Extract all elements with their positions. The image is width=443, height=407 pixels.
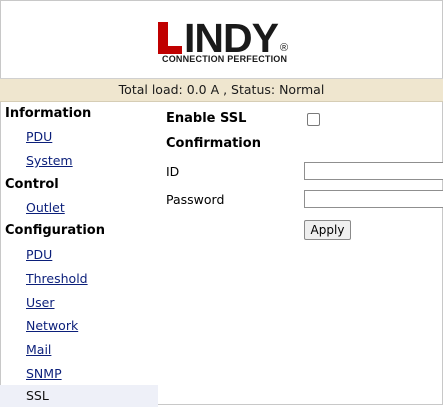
logo-letters: INDY (184, 15, 279, 61)
sidebar-item-network[interactable]: Network (26, 318, 78, 333)
sidebar-item-config-pdu[interactable]: PDU (26, 247, 52, 262)
logo-registered-mark: ® (279, 42, 289, 54)
enable-ssl-label: Enable SSL (166, 111, 247, 126)
sidebar-nav: Information PDU System Control Outlet Co… (0, 102, 158, 407)
apply-button[interactable]: Apply (304, 220, 351, 240)
password-label: Password (166, 192, 225, 207)
sidebar-item-threshold[interactable]: Threshold (26, 271, 88, 286)
sidebar-item-system[interactable]: System (26, 153, 73, 168)
status-bar: Total load: 0.0 A , Status: Normal (0, 79, 443, 102)
logo-tagline: CONNECTION PERFECTION (162, 54, 288, 64)
header: INDY ® CONNECTION PERFECTION (0, 0, 443, 79)
sidebar-item-mail[interactable]: Mail (26, 342, 51, 357)
sidebar-item-snmp[interactable]: SNMP (26, 366, 62, 381)
logo-red-l-mark (158, 22, 182, 54)
sidebar-item-ssl[interactable]: SSL (0, 385, 158, 407)
ssl-settings-form: Enable SSL Confirmation ID Password Appl… (160, 102, 443, 405)
confirmation-heading: Confirmation (166, 136, 261, 151)
id-label: ID (166, 164, 180, 179)
sidebar-item-ssl-label: SSL (26, 388, 49, 403)
enable-ssl-checkbox[interactable] (307, 113, 320, 126)
sidebar-section-control: Control (5, 177, 59, 192)
sidebar-section-information: Information (5, 106, 92, 121)
lindy-logo: INDY ® CONNECTION PERFECTION (158, 18, 318, 70)
sidebar-item-information-pdu[interactable]: PDU (26, 129, 52, 144)
sidebar-item-outlet[interactable]: Outlet (26, 200, 65, 215)
sidebar-section-configuration: Configuration (5, 223, 105, 238)
id-input[interactable] (304, 162, 443, 180)
password-input[interactable] (304, 190, 443, 208)
sidebar-item-user[interactable]: User (26, 295, 55, 310)
